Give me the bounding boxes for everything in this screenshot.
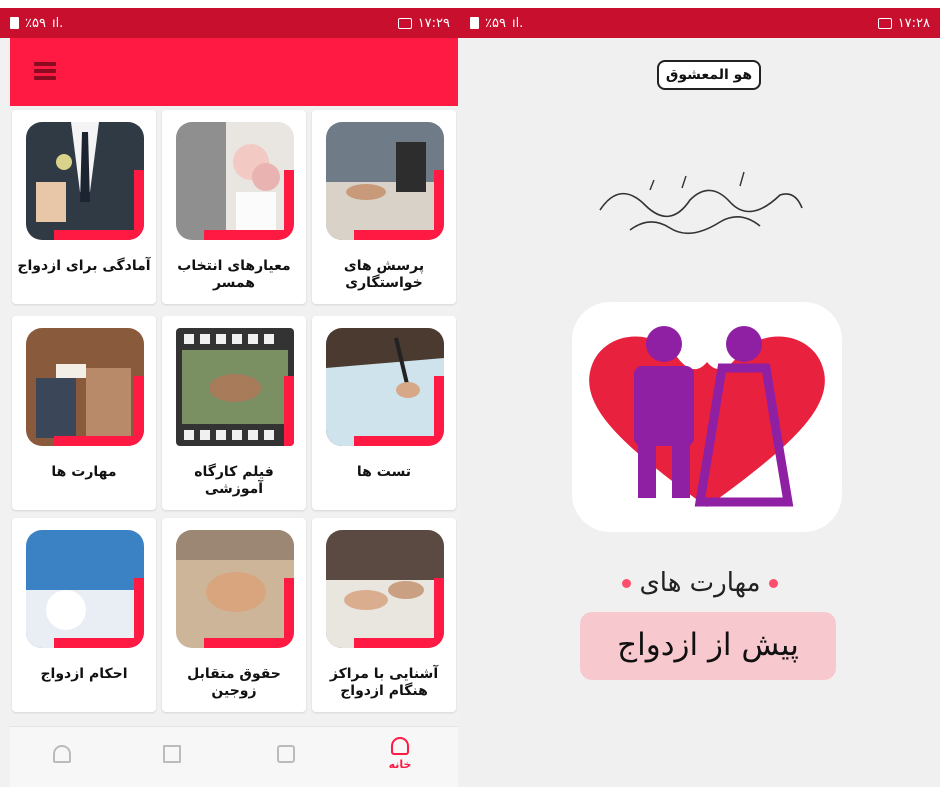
status-time: ۱۷:۲۹ — [417, 15, 450, 31]
card-image-groom-suit — [26, 122, 144, 240]
status-left: ٪۵۹ ıl. — [470, 16, 523, 31]
card-centers[interactable]: آشنایی با مراکز هنگام ازدواج — [312, 518, 456, 712]
card-title: مهارت ها — [51, 464, 117, 480]
card-title: احکام ازدواج — [40, 666, 128, 682]
card-image-film-strip — [176, 328, 294, 446]
nav-home-label: خانه — [388, 758, 412, 771]
books-icon — [163, 745, 181, 763]
splash-title: پیش از ازدواج — [580, 612, 836, 680]
app-screen-home: ٪۵۹ ıl. ۱۷:۲۹ پرسش های خواستگاری معیارها… — [0, 0, 460, 787]
splash-subtitle: مهارت های — [550, 568, 850, 598]
battery-percent: ٪۵۹ — [25, 15, 46, 31]
card-skills[interactable]: مهارت ها — [12, 316, 156, 510]
battery-icon — [470, 17, 479, 29]
card-marriage-readiness[interactable]: آمادگی برای ازدواج — [12, 110, 156, 304]
card-spouse-rights[interactable]: حقوق متقابل زوجین — [162, 518, 306, 712]
list-icon — [277, 745, 295, 763]
nav-profile[interactable] — [32, 745, 92, 763]
card-image-couple-desk — [326, 530, 444, 648]
card-workshop-film[interactable]: فیلم کارگاه آموزشی — [162, 316, 306, 510]
nav-home[interactable]: خانه — [370, 737, 430, 771]
app-bar — [10, 38, 458, 106]
card-image-couple-reading — [26, 328, 144, 446]
battery-icon — [10, 17, 19, 29]
dot-decoration — [768, 579, 778, 588]
invocation-label: هو المعشوق — [657, 60, 761, 90]
card-image-test-paper — [326, 328, 444, 446]
status-left: ٪۵۹ ıl. — [10, 16, 63, 31]
card-tests[interactable]: تست ها — [312, 316, 456, 510]
top-strip — [0, 0, 460, 8]
card-title: پرسش های خواستگاری — [343, 258, 425, 291]
profile-icon — [53, 745, 71, 763]
nav-list[interactable] — [256, 745, 316, 763]
status-bar: ٪۵۹ ıl. ۱۷:۲۸ — [460, 8, 940, 38]
top-strip — [460, 0, 940, 8]
gallery-icon — [397, 17, 412, 29]
status-bar: ٪۵۹ ıl. ۱۷:۲۹ — [0, 8, 460, 38]
card-proposal-questions[interactable]: پرسش های خواستگاری — [312, 110, 456, 304]
card-image-holding-hands — [176, 530, 294, 648]
card-title: فیلم کارگاه آموزشی — [194, 464, 274, 497]
card-image-couple-writing — [326, 122, 444, 240]
gallery-icon — [877, 17, 892, 29]
bottom-nav: خانه — [10, 726, 458, 787]
card-title: تست ها — [356, 464, 412, 480]
card-title: معیارهای انتخاب همسر — [177, 258, 291, 291]
battery-percent: ٪۵۹ — [485, 15, 506, 31]
university-calligraphy-logo — [590, 160, 810, 250]
home-icon — [391, 737, 409, 755]
app-logo — [572, 302, 842, 532]
nav-library[interactable] — [142, 745, 202, 763]
card-marriage-rulings[interactable]: احکام ازدواج — [12, 518, 156, 712]
card-title: آمادگی برای ازدواج — [17, 258, 151, 274]
subtitle-text: مهارت های — [639, 568, 761, 598]
signal-icon: ıl. — [511, 15, 524, 31]
card-title: حقوق متقابل زوجین — [187, 666, 281, 699]
card-image-book-cover — [26, 530, 144, 648]
card-spouse-criteria[interactable]: معیارهای انتخاب همسر — [162, 110, 306, 304]
status-time: ۱۷:۲۸ — [897, 15, 930, 31]
dot-decoration — [622, 579, 632, 588]
card-title: آشنایی با مراکز هنگام ازدواج — [329, 666, 439, 699]
signal-icon: ıl. — [51, 15, 64, 31]
status-right: ۱۷:۲۸ — [877, 15, 930, 31]
app-screen-splash: ٪۵۹ ıl. ۱۷:۲۸ هو المعشوق مهارت های پیش ا… — [460, 0, 940, 787]
hamburger-menu-icon[interactable] — [34, 62, 56, 82]
status-right: ۱۷:۲۹ — [397, 15, 450, 31]
card-image-bride-bouquet — [176, 122, 294, 240]
